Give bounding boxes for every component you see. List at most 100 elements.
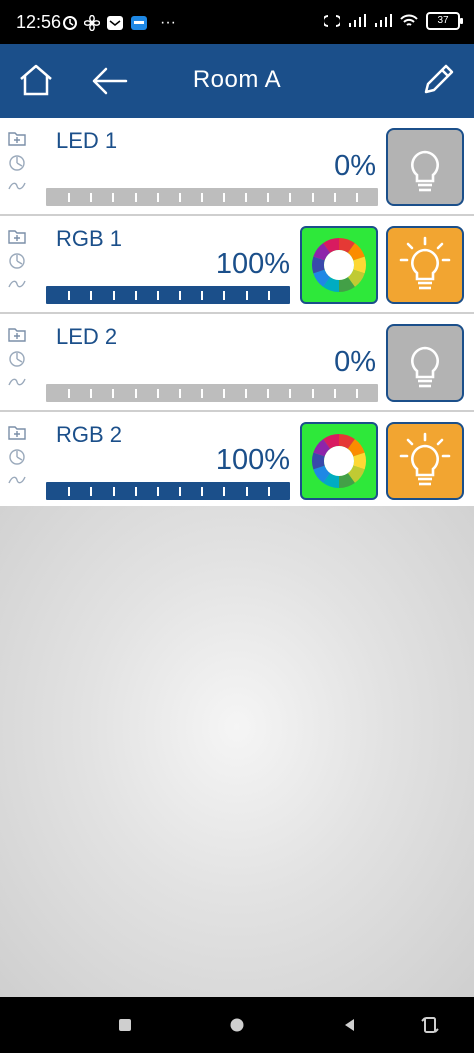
system-nav-bar: [0, 997, 474, 1053]
slider-tick: [90, 389, 92, 398]
color-picker-button[interactable]: [300, 422, 378, 500]
slider-tick: [179, 487, 181, 496]
scene-link-icon[interactable]: [8, 474, 26, 486]
slider-ticks: [46, 188, 378, 206]
slider-tick: [68, 193, 70, 202]
scene-link-icon[interactable]: [8, 180, 26, 192]
device-name: LED 2: [56, 324, 118, 349]
slider-tick: [246, 291, 248, 300]
slider-tick: [268, 291, 270, 300]
slider-tick: [334, 193, 336, 202]
device-row[interactable]: RGB 1 100%: [0, 216, 474, 314]
slider-tick: [68, 487, 70, 496]
slider-tick: [157, 389, 159, 398]
timer-clock-icon[interactable]: [8, 154, 26, 172]
slider-tick: [201, 193, 203, 202]
slider-tick: [201, 291, 203, 300]
wifi-icon: [400, 14, 418, 26]
row-side-icons: [8, 130, 30, 192]
brightness-slider[interactable]: [46, 384, 378, 402]
slider-tick: [179, 291, 181, 300]
slider-tick: [223, 487, 225, 496]
slider-tick: [135, 291, 137, 300]
timer-clock-icon[interactable]: [8, 350, 26, 368]
slider-tick: [245, 193, 247, 202]
add-folder-icon[interactable]: [8, 130, 26, 146]
light-bulb-icon: [399, 432, 451, 486]
slider-tick: [289, 193, 291, 202]
slider-tick: [312, 193, 314, 202]
device-list: LED 1 0% RGB 1 100% LED 2 0% RGB 2 100%: [0, 118, 474, 510]
mail-icon: [107, 16, 123, 30]
slider-ticks: [46, 482, 290, 500]
slider-tick: [312, 389, 314, 398]
device-row[interactable]: RGB 2 100%: [0, 412, 474, 510]
app-icon: [131, 16, 147, 30]
slider-tick: [201, 389, 203, 398]
add-folder-icon[interactable]: [8, 326, 26, 342]
rotate-icon[interactable]: [420, 1015, 440, 1035]
slider-tick: [113, 487, 115, 496]
slider-tick: [267, 389, 269, 398]
slider-tick: [267, 193, 269, 202]
slider-tick: [135, 193, 137, 202]
timer-clock-icon[interactable]: [8, 448, 26, 466]
status-right-icons: 37: [324, 12, 463, 30]
back-triangle-icon[interactable]: [342, 1017, 356, 1033]
brightness-slider[interactable]: [46, 286, 290, 304]
device-name: RGB 2: [56, 422, 123, 447]
recents-square-icon[interactable]: [118, 1018, 132, 1032]
device-level: 100%: [215, 444, 290, 476]
scene-link-icon[interactable]: [8, 376, 26, 388]
slider-tick: [90, 487, 92, 496]
signal-icon: [349, 14, 366, 27]
slider-tick: [334, 389, 336, 398]
slider-tick: [157, 193, 159, 202]
color-picker-button[interactable]: [300, 226, 378, 304]
device-row[interactable]: LED 1 0%: [0, 118, 474, 216]
slider-tick: [112, 389, 114, 398]
color-wheel-icon: [311, 434, 367, 488]
slider-tick: [356, 193, 358, 202]
signal-icon: [375, 14, 392, 27]
timer-clock-icon[interactable]: [8, 252, 26, 270]
slider-tick: [157, 487, 159, 496]
slider-tick: [135, 389, 137, 398]
vibrate-icon: [324, 15, 340, 27]
slider-tick: [90, 193, 92, 202]
light-bulb-icon: [411, 346, 439, 388]
device-level: 100%: [215, 248, 290, 280]
light-bulb-icon: [411, 150, 439, 192]
slider-tick: [268, 487, 270, 496]
light-toggle-button[interactable]: [386, 324, 464, 402]
pencil-edit-icon[interactable]: [420, 62, 456, 98]
slider-tick: [245, 389, 247, 398]
brightness-slider[interactable]: [46, 482, 290, 500]
page-title: Room A: [192, 66, 282, 93]
add-folder-icon[interactable]: [8, 424, 26, 440]
slider-tick: [201, 487, 203, 496]
slider-tick: [68, 291, 70, 300]
slider-tick: [179, 193, 181, 202]
light-bulb-icon: [399, 236, 451, 290]
light-toggle-button[interactable]: [386, 128, 464, 206]
slider-tick: [246, 487, 248, 496]
status-time: 12:56: [16, 12, 62, 32]
light-toggle-button[interactable]: [386, 422, 464, 500]
device-level: 0%: [334, 150, 376, 182]
slider-tick: [113, 291, 115, 300]
light-toggle-button[interactable]: [386, 226, 464, 304]
device-level: 0%: [334, 346, 376, 378]
slider-ticks: [46, 384, 378, 402]
app-header: Room A: [0, 44, 474, 118]
more-icon: ···: [160, 14, 176, 31]
device-row[interactable]: LED 2 0%: [0, 314, 474, 412]
brightness-slider[interactable]: [46, 188, 378, 206]
status-left-icons: ···: [62, 14, 176, 32]
scene-link-icon[interactable]: [8, 278, 26, 290]
status-bar: 12:56 ··· 37: [0, 0, 474, 44]
home-circle-icon[interactable]: [229, 1017, 245, 1033]
row-side-icons: [8, 228, 30, 290]
row-side-icons: [8, 326, 30, 388]
add-folder-icon[interactable]: [8, 228, 26, 244]
